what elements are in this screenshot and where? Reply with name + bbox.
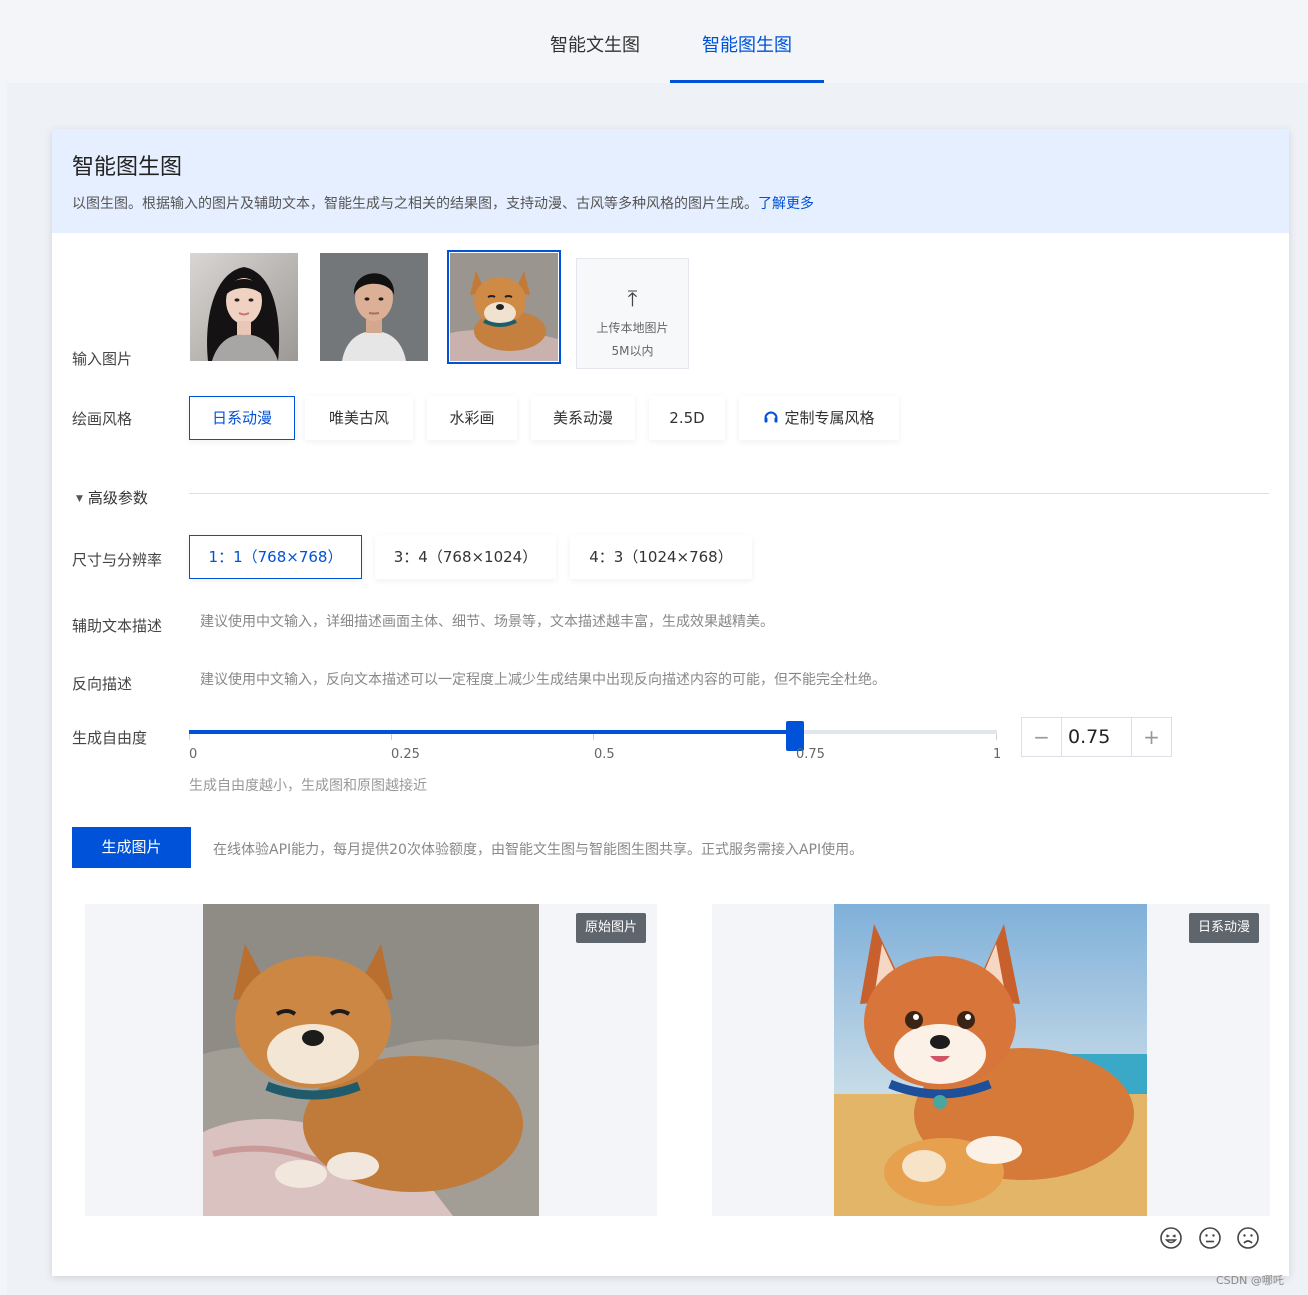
tick-label-0-75: 0.75 [796, 747, 825, 762]
boy-portrait-image [320, 253, 428, 361]
increment-button[interactable]: + [1131, 718, 1171, 756]
card-title: 智能图生图 [72, 155, 183, 180]
sample-thumb-boy[interactable] [320, 253, 428, 361]
tick-label-0-25: 0.25 [391, 747, 420, 762]
decrement-button[interactable]: − [1022, 718, 1062, 756]
freedom-label: 生成自由度 [72, 729, 148, 747]
negative-text-label: 反向描述 [72, 675, 133, 693]
generated-image-tag: 日系动漫 [1189, 913, 1260, 943]
freedom-stepper: − 0.75 + [1021, 717, 1172, 757]
watermark: CSDN @哪吒 [1216, 1274, 1284, 1287]
card-description: 以图生图。根据输入的图片及辅助文本，智能生成与之相关的结果图，支持动漫、古风等多… [72, 193, 814, 213]
style-option-american-anime[interactable]: 美系动漫 [531, 396, 635, 440]
upload-text: 上传本地图片 [596, 321, 669, 335]
sample-thumb-girl[interactable] [190, 253, 298, 361]
style-label: 绘画风格 [72, 410, 133, 428]
advanced-params-label: 高级参数 [87, 489, 148, 507]
custom-style-label: 定制专属风格 [784, 409, 875, 427]
size-option-1-1[interactable]: 1：1（768×768） [189, 535, 362, 579]
shiba-thumb-image [450, 253, 558, 361]
input-image-label: 输入图片 [72, 350, 133, 368]
sad-face-icon[interactable] [1236, 1226, 1260, 1250]
slider-fill [189, 730, 795, 734]
card-header: 智能图生图 以图生图。根据输入的图片及辅助文本，智能生成与之相关的结果图，支持动… [52, 129, 1289, 233]
api-quota-note: 在线体验API能力，每月提供20次体验额度，由智能文生图与智能图生图共享。正式服… [213, 842, 864, 858]
sample-thumb-shiba[interactable] [447, 250, 561, 364]
aux-text-label: 辅助文本描述 [72, 617, 163, 635]
girl-portrait-image [190, 253, 298, 361]
freedom-value[interactable]: 0.75 [1063, 718, 1131, 756]
top-tab-bar: 智能文生图 智能图生图 [0, 0, 1308, 83]
image-to-image-card: 智能图生图 以图生图。根据输入的图片及辅助文本，智能生成与之相关的结果图，支持动… [52, 129, 1289, 1276]
tick-label-0-5: 0.5 [594, 747, 615, 762]
style-option-ancient[interactable]: 唯美古风 [305, 396, 413, 440]
original-image [203, 904, 539, 1216]
size-option-4-3[interactable]: 4：3（1024×768） [570, 535, 752, 579]
freedom-slider[interactable] [189, 721, 997, 751]
upload-local-image[interactable]: ⤒ 上传本地图片 5M以内 [576, 258, 689, 369]
tab-text-to-image[interactable]: 智能文生图 [520, 28, 670, 83]
upload-icon: ⤒ [627, 287, 638, 312]
original-image-tag: 原始图片 [576, 913, 647, 943]
size-option-3-4[interactable]: 3：4（768×1024） [375, 535, 556, 579]
freedom-hint: 生成自由度越小，生成图和原图越接近 [189, 778, 427, 794]
tab-image-to-image[interactable]: 智能图生图 [670, 28, 824, 83]
generated-image [834, 904, 1147, 1216]
tick-label-1: 1 [993, 747, 1002, 762]
original-image-panel: 原始图片 [85, 904, 657, 1216]
slider-tick [391, 734, 392, 740]
negative-text-input[interactable] [189, 660, 1269, 700]
generated-image-panel: 日系动漫 [712, 904, 1270, 1216]
upload-size-limit: 5M以内 [611, 344, 654, 358]
slider-tick [189, 734, 190, 740]
advanced-params-toggle[interactable]: ▼ 高级参数 [76, 487, 148, 508]
slider-tick [996, 734, 997, 740]
generated-shiba-image [834, 904, 1147, 1216]
style-option-japanese-anime[interactable]: 日系动漫 [189, 396, 295, 440]
generate-image-button[interactable]: 生成图片 [72, 827, 191, 868]
happy-face-icon[interactable] [1159, 1226, 1183, 1250]
caret-down-icon: ▼ [76, 494, 83, 504]
description-text: 以图生图。根据输入的图片及辅助文本，智能生成与之相关的结果图，支持动漫、古风等多… [72, 196, 758, 212]
learn-more-link[interactable]: 了解更多 [758, 196, 814, 212]
neutral-face-icon[interactable] [1198, 1226, 1222, 1250]
tick-label-0: 0 [189, 747, 198, 762]
style-option-watercolor[interactable]: 水彩画 [427, 396, 517, 440]
aux-text-input[interactable] [189, 602, 1269, 642]
size-label: 尺寸与分辨率 [72, 551, 163, 569]
slider-tick [593, 734, 594, 740]
advanced-divider [189, 493, 1269, 494]
original-shiba-image [203, 904, 539, 1216]
headset-icon [764, 411, 778, 423]
style-option-custom[interactable]: 定制专属风格 [739, 396, 899, 440]
style-option-2-5d[interactable]: 2.5D [649, 396, 725, 440]
